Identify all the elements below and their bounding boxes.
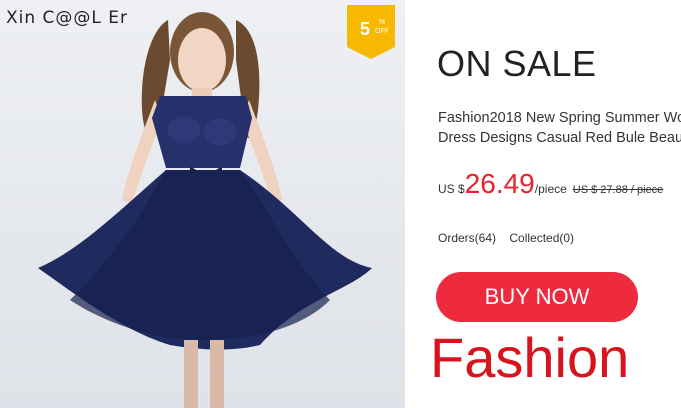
sale-heading: ON SALE — [437, 43, 597, 84]
brand-logo: Xin C@@L Er — [6, 8, 129, 28]
product-stats: Orders(64) Collected(0) — [438, 231, 574, 245]
price-unit: /piece — [534, 182, 567, 196]
collected-count: Collected(0) — [509, 231, 575, 245]
buy-now-button[interactable]: BUY NOW — [436, 272, 638, 322]
description-line-2: Dress Designs Casual Red Bule Beaut — [438, 130, 681, 146]
product-photo[interactable]: Xin C@@L Er 5 % OFF — [0, 0, 405, 408]
discount-percent: % OFF — [375, 18, 389, 36]
price-currency: US $ — [438, 182, 465, 196]
discount-number: 5 — [360, 19, 371, 39]
percent-sign: % — [378, 19, 386, 26]
discount-badge: 5 % OFF — [347, 5, 395, 59]
off-label: OFF — [375, 28, 389, 35]
description-line-1: Fashion2018 New Spring Summer Wo — [438, 110, 681, 126]
price-value: 26.49 — [464, 168, 535, 199]
model-illustration — [38, 12, 372, 408]
orders-count: Orders(64) — [438, 231, 497, 245]
original-price: US $ 27.88 / piece — [572, 184, 664, 196]
price-row: US $26.49/piece US $ 27.88 / piece — [438, 168, 681, 200]
fashion-banner-text: Fashion — [430, 326, 630, 389]
product-description[interactable]: Fashion2018 New Spring Summer Wo Dress D… — [438, 108, 681, 148]
